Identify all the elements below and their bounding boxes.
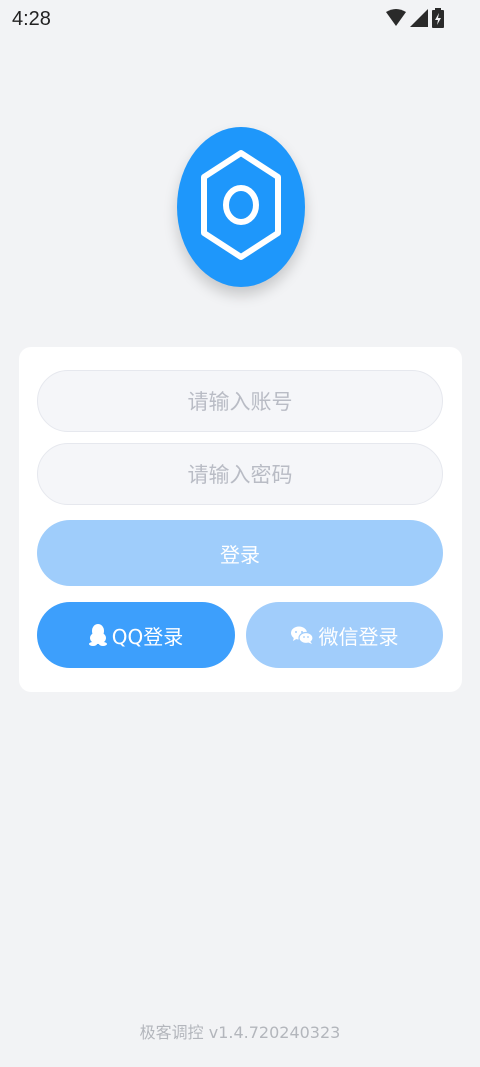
app-logo — [177, 127, 305, 287]
qq-login-label: QQ登录 — [111, 624, 184, 649]
password-input[interactable]: 请输入密码 — [37, 443, 443, 505]
login-button[interactable]: 登录 — [37, 520, 443, 586]
wechat-login-label: 微信登录 — [318, 624, 399, 649]
account-input[interactable]: 请输入账号 — [37, 370, 443, 432]
status-icons — [386, 8, 444, 28]
wechat-login-button[interactable]: 微信登录 — [246, 602, 443, 668]
cellular-signal-icon — [410, 9, 428, 27]
status-time: 4:28 — [12, 8, 51, 30]
version-text: 极客调控 v1.4.720240323 — [139, 1023, 341, 1042]
wechat-icon — [290, 626, 313, 645]
hexagon-nut-icon — [196, 145, 286, 269]
wifi-icon — [386, 9, 406, 27]
battery-charging-icon — [432, 8, 444, 28]
login-button-label: 登录 — [220, 542, 260, 567]
qq-penguin-icon — [88, 624, 107, 646]
status-bar: 4:28 — [0, 0, 480, 40]
password-placeholder: 请输入密码 — [187, 463, 293, 487]
account-placeholder: 请输入账号 — [187, 390, 293, 414]
qq-login-button[interactable]: QQ登录 — [37, 602, 235, 668]
login-card: 请输入账号 请输入密码 登录 QQ登录 微信登录 — [19, 347, 462, 692]
